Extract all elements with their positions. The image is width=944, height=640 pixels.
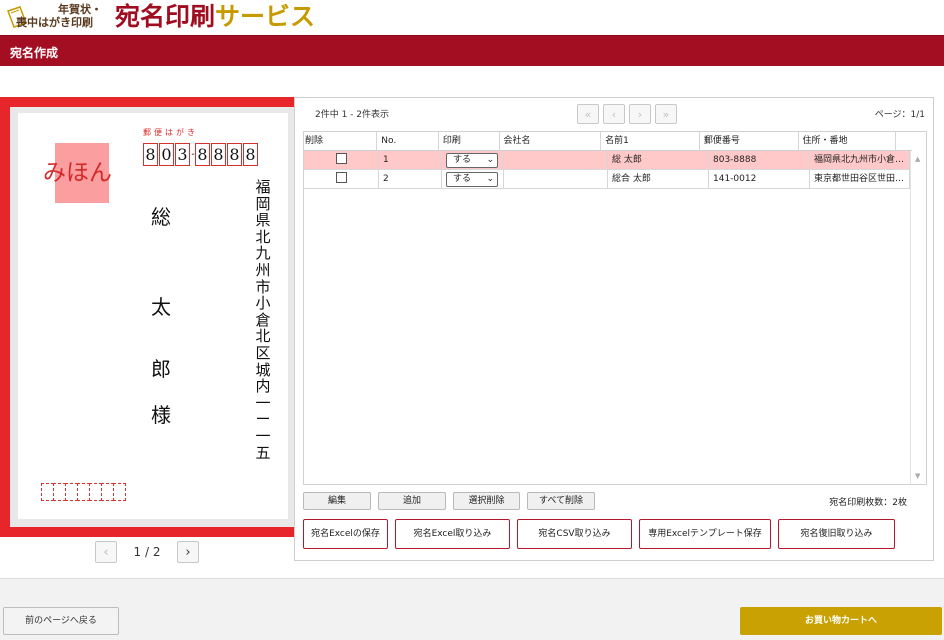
postcard-preview-bg: 郵便はがき 8 0 3 - 8 8 8 8 みほん 福岡県北九州市小倉北区城内一… <box>10 107 296 527</box>
sender-zip-box <box>113 483 126 501</box>
zip-digit: 8 <box>243 143 258 166</box>
print-cell: する ⌄ <box>442 151 504 169</box>
postcard: 郵便はがき 8 0 3 - 8 8 8 8 みほん 福岡県北九州市小倉北区城内一… <box>18 113 288 519</box>
recipient-address: 福岡県北九州市小倉北区城内一ー一五 <box>255 178 271 462</box>
table-row[interactable]: 1 する ⌄ 総 太郎 803-8888 福岡県北九州市小倉北区城内1-5 <box>304 151 912 170</box>
delete-cell <box>304 170 379 188</box>
chevron-down-icon: ⌄ <box>486 174 494 184</box>
table-header: 削除 No. 印刷 会社名 名前1 郵便番号 住所・番地 <box>304 132 912 151</box>
restore-import-button[interactable]: 宛名復旧取り込み <box>778 519 895 549</box>
logo-title-gold: サービス <box>215 2 316 31</box>
zip-digit: 0 <box>159 143 174 166</box>
page-title-bar: 宛名作成 <box>0 35 944 66</box>
add-button[interactable]: 追加 <box>378 492 446 510</box>
delete-cell <box>304 151 379 169</box>
prev-page-button[interactable]: ‹ <box>603 104 625 124</box>
back-button[interactable]: 前のページへ戻る <box>3 607 119 635</box>
list-pagination: « ‹ › » <box>577 104 677 124</box>
name-cell: 総 太郎 <box>608 151 709 169</box>
scroll-down-icon[interactable]: ▼ <box>915 472 920 480</box>
no-cell: 1 <box>379 151 442 169</box>
delete-checkbox[interactable] <box>335 153 347 164</box>
preview-page-number: 1 / 2 <box>133 545 161 559</box>
edit-button[interactable]: 編集 <box>303 492 371 510</box>
zip-digit: 8 <box>227 143 242 166</box>
address-list-panel: 2件中 1 - 2件表示 « ‹ › » ページ：1/1 削除 No. 印刷 会… <box>294 97 934 561</box>
import-excel-button[interactable]: 宛名Excel取り込み <box>395 519 510 549</box>
page-indicator: ページ：1/1 <box>874 110 925 120</box>
column-header[interactable]: 郵便番号 <box>700 132 799 150</box>
no-cell: 2 <box>379 170 442 188</box>
zip-cell: 141-0012 <box>709 170 810 188</box>
import-export-actions: 宛名Excelの保存 宛名Excel取り込み 宛名CSV取り込み 専用Excel… <box>303 519 895 549</box>
print-select-value: する <box>453 155 472 165</box>
zip-digit: 3 <box>175 143 190 166</box>
print-cell: する ⌄ <box>442 170 504 188</box>
name-cell: 総合 太郎 <box>608 170 709 188</box>
scroll-up-icon[interactable]: ▲ <box>915 155 920 163</box>
page-title: 宛名作成 <box>10 46 59 60</box>
column-header[interactable]: 削除 <box>304 132 378 150</box>
logo-bar: 年賀状・ 喪中はがき印刷 宛名印刷サービス <box>0 0 944 35</box>
logo-title-red: 宛名印刷 <box>115 2 216 31</box>
delete-checkbox[interactable] <box>335 172 347 183</box>
address-cell: 東京都世田谷区世田谷1-2-3 <box>810 170 910 188</box>
double-chevron-left-icon: « <box>584 107 592 121</box>
last-page-button[interactable]: » <box>655 104 677 124</box>
zip-digit: 8 <box>211 143 226 166</box>
print-count: 宛名印刷枚数：2枚 <box>829 498 907 508</box>
column-header[interactable]: 印刷 <box>439 132 500 150</box>
preview-next-button[interactable]: › <box>177 541 199 563</box>
double-chevron-right-icon: » <box>662 107 670 121</box>
sample-watermark: みほん <box>43 160 112 186</box>
table-row[interactable]: 2 する ⌄ 総合 太郎 141-0012 東京都世田谷区世田谷1-2-3 <box>304 170 912 189</box>
chevron-left-icon: ‹ <box>103 544 109 560</box>
recipient-name-char: 太 <box>151 295 171 319</box>
record-count: 2件中 1 - 2件表示 <box>315 110 390 120</box>
next-page-button[interactable]: › <box>629 104 651 124</box>
table-scrollbar[interactable]: ▲ ▼ <box>910 151 926 484</box>
column-header[interactable]: 名前1 <box>601 132 700 150</box>
delete-selected-button[interactable]: 選択削除 <box>453 492 520 510</box>
postcard-preview-frame: 郵便はがき 8 0 3 - 8 8 8 8 みほん 福岡県北九州市小倉北区城内一… <box>0 97 306 537</box>
chevron-down-icon: ⌄ <box>486 155 494 165</box>
chevron-right-icon: › <box>637 107 643 121</box>
postcard-label: 郵便はがき <box>143 128 198 137</box>
column-header[interactable]: 会社名 <box>500 132 602 150</box>
logo-tagline-line2: 喪中はがき印刷 <box>16 16 93 29</box>
address-cell: 福岡県北九州市小倉北区城内1-5 <box>810 151 910 169</box>
address-table: 削除 No. 印刷 会社名 名前1 郵便番号 住所・番地 1 する ⌄ 総 太郎 … <box>303 131 927 485</box>
company-cell <box>504 170 608 188</box>
zip-digit: 8 <box>143 143 158 166</box>
recipient-name-char: 郎 <box>151 357 171 381</box>
postal-code-boxes: 8 0 3 - 8 8 8 8 <box>143 143 259 166</box>
delete-all-button[interactable]: すべて削除 <box>527 492 595 510</box>
sender-postal-boxes <box>41 483 126 501</box>
print-select-value: する <box>453 174 472 184</box>
table-actions: 編集 追加 選択削除 すべて削除 <box>303 492 595 510</box>
preview-pager: ‹ 1 / 2 › <box>95 541 199 563</box>
logo-tagline: 年賀状・ 喪中はがき印刷 <box>16 3 102 29</box>
print-select[interactable]: する ⌄ <box>446 153 498 168</box>
first-page-button[interactable]: « <box>577 104 599 124</box>
save-template-button[interactable]: 専用Excelテンプレート保存 <box>639 519 771 549</box>
recipient-name-char: 総 <box>151 205 171 229</box>
preview-prev-button[interactable]: ‹ <box>95 541 117 563</box>
cart-button[interactable]: お買い物カートへ <box>740 607 942 635</box>
save-excel-button[interactable]: 宛名Excelの保存 <box>303 519 388 549</box>
import-csv-button[interactable]: 宛名CSV取り込み <box>517 519 632 549</box>
column-header[interactable]: 住所・番地 <box>799 132 897 150</box>
recipient-honorific: 様 <box>151 403 171 427</box>
zip-digit: 8 <box>195 143 210 166</box>
logo-tagline-line1: 年賀状・ <box>58 3 102 16</box>
chevron-right-icon: › <box>185 544 191 560</box>
print-select[interactable]: する ⌄ <box>446 172 498 187</box>
logo-title[interactable]: 宛名印刷サービス <box>115 1 315 33</box>
column-header[interactable]: No. <box>377 132 439 150</box>
zip-cell: 803-8888 <box>709 151 810 169</box>
chevron-left-icon: ‹ <box>611 107 617 121</box>
company-cell <box>504 151 608 169</box>
